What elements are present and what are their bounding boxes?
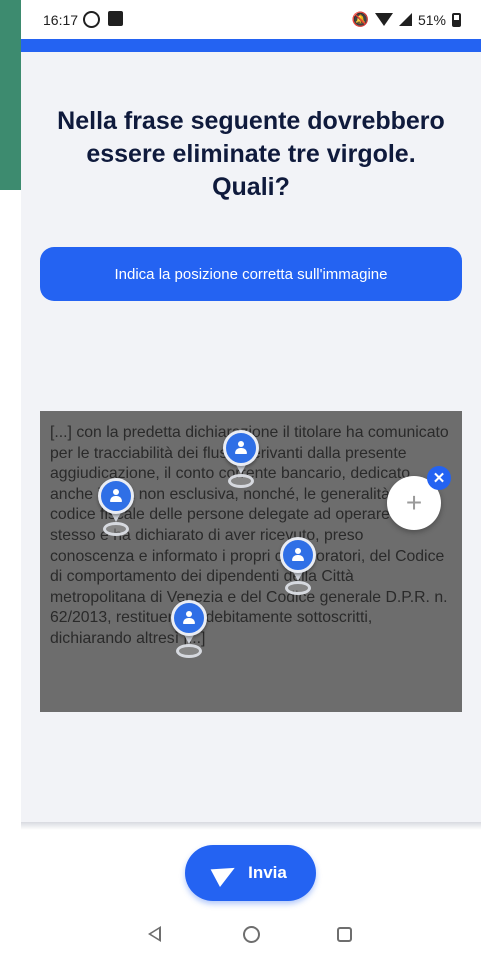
navigation-bar xyxy=(21,915,481,956)
marker-pin[interactable] xyxy=(171,600,207,660)
marker-pin[interactable] xyxy=(98,478,134,538)
marker-pin[interactable] xyxy=(280,537,316,597)
person-icon xyxy=(109,489,123,503)
battery-icon xyxy=(452,12,461,27)
signal-icon xyxy=(398,13,412,26)
person-icon xyxy=(182,611,196,625)
question-title: Nella frase seguente dovrebbero essere e… xyxy=(57,107,445,201)
person-icon xyxy=(291,548,305,562)
status-notification-icons xyxy=(83,11,123,28)
submit-button[interactable]: Invia xyxy=(185,845,316,901)
marker-head xyxy=(280,537,316,573)
mute-icon: 🔕 xyxy=(351,11,369,27)
status-time: 16:17 xyxy=(43,12,79,28)
plus-icon: + xyxy=(405,487,423,518)
panel-divider xyxy=(21,822,481,830)
recents-icon[interactable] xyxy=(337,927,352,942)
close-icon[interactable]: ✕ xyxy=(427,466,451,490)
marker-head xyxy=(98,478,134,514)
question-image[interactable]: [...] con la predetta dichiarazione il t… xyxy=(40,411,462,712)
status-system-icons: 🔕 51% xyxy=(352,11,461,28)
marker-ring xyxy=(176,644,202,658)
submit-label: Invia xyxy=(248,863,287,882)
marker-head xyxy=(223,430,259,466)
status-bar: 16:17 🔕 51% xyxy=(21,0,481,39)
whatsapp-icon xyxy=(83,11,100,28)
marker-head xyxy=(171,600,207,636)
gallery-icon xyxy=(108,11,123,26)
instruction-button[interactable]: Indica la posizione corretta sull'immagi… xyxy=(40,247,462,301)
back-icon[interactable] xyxy=(148,926,161,942)
wifi-icon xyxy=(374,13,393,26)
person-icon xyxy=(234,441,248,455)
background-accent xyxy=(0,0,21,190)
paper-plane-icon xyxy=(210,859,240,887)
marker-ring xyxy=(228,474,254,488)
home-icon[interactable] xyxy=(243,926,260,943)
battery-percent: 51% xyxy=(417,11,446,28)
marker-pin[interactable] xyxy=(223,430,259,490)
marker-ring xyxy=(285,581,311,595)
header-strip xyxy=(21,39,481,52)
marker-ring xyxy=(103,522,129,536)
